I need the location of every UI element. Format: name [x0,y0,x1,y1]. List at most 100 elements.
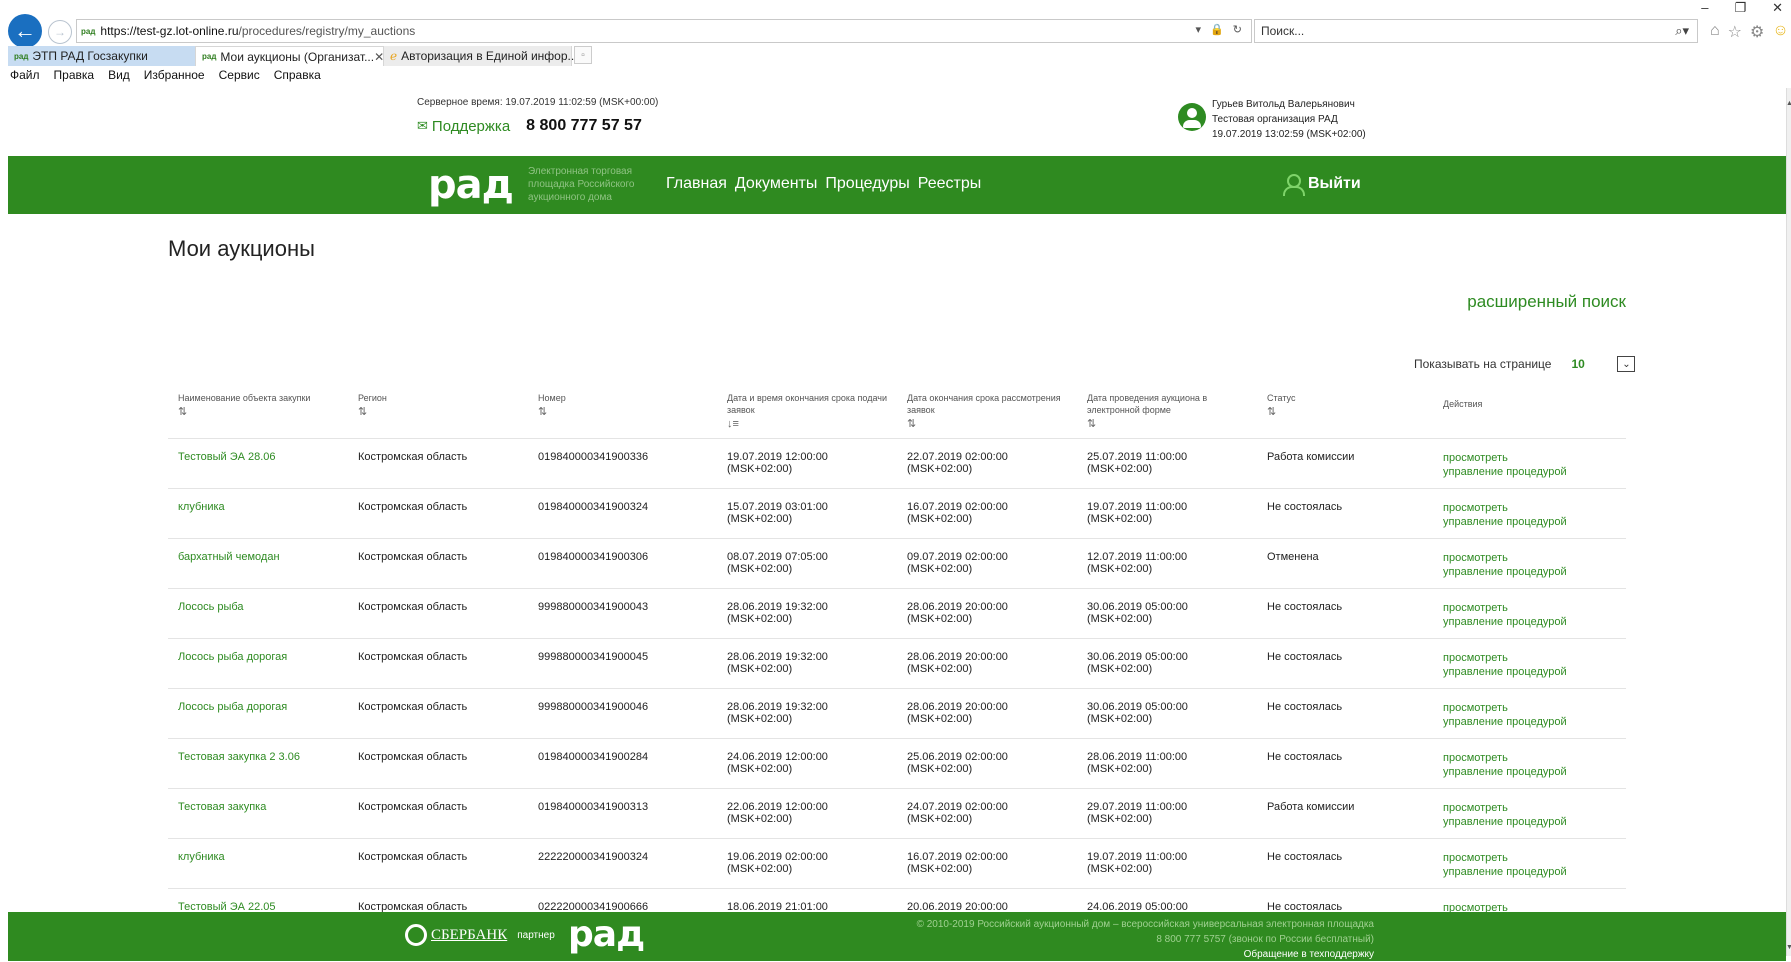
row-name-link[interactable]: клубника [168,838,348,889]
sberbank-link[interactable]: СБЕРБАНК [431,927,507,944]
server-time: Серверное время: 19.07.2019 11:02:59 (MS… [417,97,659,108]
search-icon[interactable]: ⌕▾ [1675,23,1689,39]
menu-help[interactable]: Справка [274,68,321,86]
support-link[interactable]: Поддержка [432,118,510,135]
view-link[interactable]: просмотреть [1443,501,1616,515]
menu-tools[interactable]: Сервис [219,68,260,86]
per-page-value[interactable]: 10 [1571,357,1611,371]
close-window-icon[interactable]: ✕ [1772,0,1783,15]
col-region-header[interactable]: Регион ⇅ [348,384,528,439]
settings-gear-icon[interactable]: ⚙ [1750,22,1764,42]
favorites-star-icon[interactable]: ☆ [1728,22,1742,42]
row-name-link[interactable]: Тестовая закупка [168,788,348,839]
manage-procedure-link[interactable]: управление процедурой [1443,515,1616,529]
col-deadline-header[interactable]: Дата и время окончания срока подачи заяв… [717,384,897,439]
row-region: Костромская область [348,788,528,839]
user-name[interactable]: Гурьев Витольд Валерьянович [1212,97,1366,112]
row-number: 999880000341900045 [528,638,717,689]
table-row: бархатный чемодан Костромская область 01… [168,538,1626,589]
row-number: 019840000341900324 [528,488,717,539]
manage-procedure-link[interactable]: управление процедурой [1443,715,1616,729]
table-row: Тестовая закупка 2 3.06 Костромская обла… [168,738,1626,789]
scroll-up-icon[interactable]: ▲ [1786,100,1791,107]
minimize-icon[interactable]: – [1701,0,1708,15]
view-link[interactable]: просмотреть [1443,451,1616,465]
row-name-link[interactable]: Лосось рыба [168,588,348,639]
menu-view[interactable]: Вид [108,68,130,86]
sort-icon[interactable]: ⇅ [358,406,518,418]
nav-registries[interactable]: Реестры [918,175,982,193]
view-link[interactable]: просмотреть [1443,701,1616,715]
user-org: Тестовая организация РАД [1212,114,1338,125]
tab-my-auctions[interactable]: рад Мои аукционы (Организат... ✕ [196,46,384,66]
nav-links: Главная Документы Процедуры Реестры [666,175,981,193]
page-scrollbar[interactable] [1786,88,1791,956]
nav-home[interactable]: Главная [666,175,727,193]
new-tab-button[interactable]: ▫ [574,46,592,64]
manage-procedure-link[interactable]: управление процедурой [1443,765,1616,779]
row-name-link[interactable]: Тестовая закупка 2 3.06 [168,738,348,789]
view-link[interactable]: просмотреть [1443,601,1616,615]
row-name-link[interactable]: Лосось рыба дорогая [168,688,348,739]
row-number: 999880000341900043 [528,588,717,639]
site-footer: СБЕРБАНК партнер рад © 2010-2019 Российс… [8,912,1786,961]
user-avatar-icon[interactable] [1178,103,1206,131]
restore-icon[interactable]: ❐ [1734,0,1746,15]
menu-favorites[interactable]: Избранное [144,68,205,86]
window-controls: – ❐ ✕ [1701,0,1783,15]
manage-procedure-link[interactable]: управление процедурой [1443,665,1616,679]
tab-authorization[interactable]: ℯ Авторизация в Единой инфор... [384,46,578,66]
forward-button[interactable]: → [48,20,72,44]
view-link[interactable]: просмотреть [1443,651,1616,665]
browser-search-input[interactable]: Поиск... ⌕▾ [1254,19,1698,43]
table-row: клубника Костромская область 01984000034… [168,488,1626,539]
manage-procedure-link[interactable]: управление процедурой [1443,865,1616,879]
sort-icon[interactable]: ⇅ [1267,406,1423,418]
menu-file[interactable]: Файл [10,68,40,86]
row-name-link[interactable]: бархатный чемодан [168,538,348,589]
col-status-header[interactable]: Статус ⇅ [1257,384,1433,439]
col-name-header[interactable]: Наименование объекта закупки ⇅ [168,384,348,439]
view-link[interactable]: просмотреть [1443,751,1616,765]
row-name-link[interactable]: Тестовый ЭА 28.06 [168,438,348,489]
col-review-header[interactable]: Дата окончания срока рассмотрения заявок… [897,384,1077,439]
row-review: 24.07.2019 02:00:00 (MSK+02:00) [897,788,1077,839]
rad-logo[interactable]: рад [428,162,514,208]
back-button[interactable]: ← [8,14,42,48]
col-auction-header[interactable]: Дата проведения аукциона в электронной ф… [1077,384,1257,439]
row-name-link[interactable]: клубника [168,488,348,539]
url-tools[interactable]: ▾ 🔒 ↻ [1195,23,1245,36]
smiley-feedback-icon[interactable]: ☺ [1772,22,1788,42]
view-link[interactable]: просмотреть [1443,551,1616,565]
tab-etp-rad[interactable]: рад ЭТП РАД Госзакупки [8,46,196,66]
col-number-header[interactable]: Номер ⇅ [528,384,717,439]
chevron-down-icon[interactable]: ⌄ [1617,356,1636,372]
scroll-down-icon[interactable]: ▼ [1786,944,1791,951]
sort-icon[interactable]: ⇅ [538,406,707,418]
row-actions: просмотретьуправление процедурой [1433,788,1626,839]
manage-procedure-link[interactable]: управление процедурой [1443,815,1616,829]
row-name-link[interactable]: Лосось рыба дорогая [168,638,348,689]
sort-icon[interactable]: ⇅ [907,418,1067,430]
sort-icon[interactable]: ⇅ [1087,418,1247,430]
menu-edit[interactable]: Правка [54,68,95,86]
advanced-search-link[interactable]: расширенный поиск [1467,292,1626,312]
sort-desc-icon[interactable]: ↓≡ [727,418,887,430]
nav-documents[interactable]: Документы [735,175,817,193]
manage-procedure-link[interactable]: управление процедурой [1443,615,1616,629]
row-actions: просмотретьуправление процедурой [1433,588,1626,639]
home-icon[interactable]: ⌂ [1710,22,1720,42]
nav-procedures[interactable]: Процедуры [825,175,909,193]
sort-icon[interactable]: ⇅ [178,406,338,418]
tech-support-link[interactable]: Обращение в техподдержку [917,947,1374,962]
row-deadline: 28.06.2019 19:32:00 (MSK+02:00) [717,588,897,639]
user-block: Гурьев Витольд Валерьянович Тестовая орг… [1178,97,1366,142]
manage-procedure-link[interactable]: управление процедурой [1443,465,1616,479]
address-bar[interactable]: рад https://test-gz.lot-online.ru/proced… [76,19,1252,43]
footer-info: © 2010-2019 Российский аукционный дом – … [917,917,1374,962]
tab-close-icon[interactable]: ✕ [374,50,384,64]
view-link[interactable]: просмотреть [1443,851,1616,865]
manage-procedure-link[interactable]: управление процедурой [1443,565,1616,579]
view-link[interactable]: просмотреть [1443,801,1616,815]
logout-button[interactable]: Выйти [1282,173,1361,196]
